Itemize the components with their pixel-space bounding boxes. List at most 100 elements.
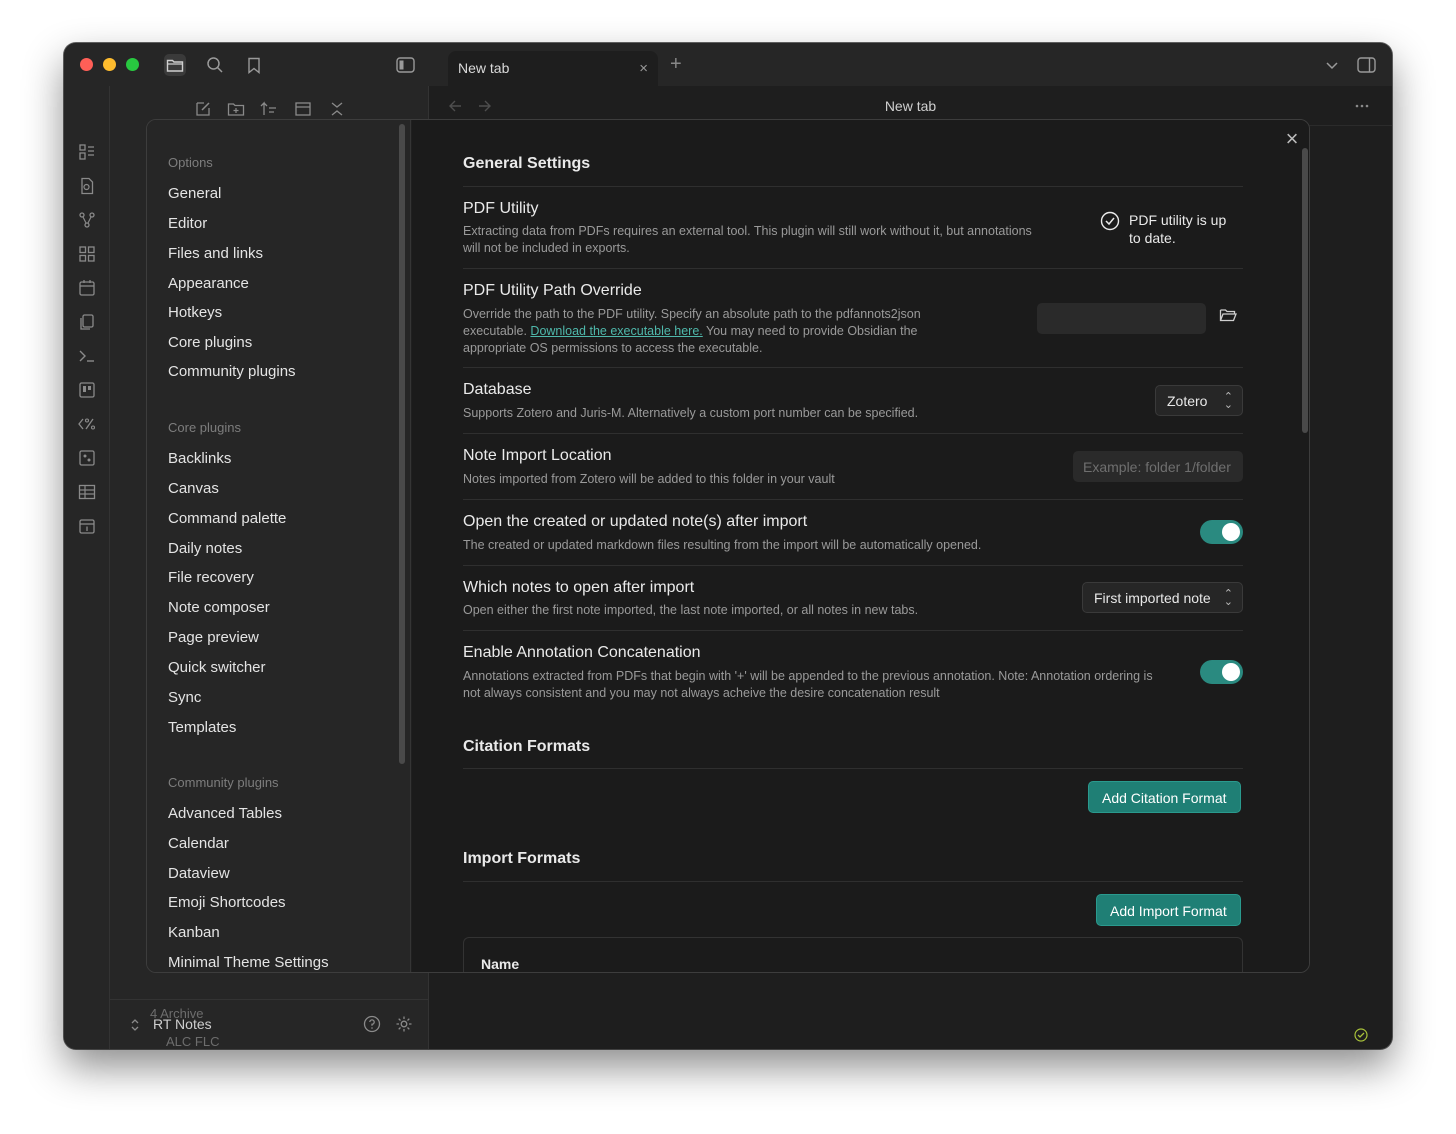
nav-item-templates[interactable]: Templates: [168, 719, 236, 736]
nav-item-backlinks[interactable]: Backlinks: [168, 450, 231, 467]
graph-icon[interactable]: [78, 211, 96, 229]
dashboard-icon[interactable]: [78, 143, 96, 161]
nav-item-kanban[interactable]: Kanban: [168, 924, 220, 941]
calendar-icon[interactable]: [78, 279, 96, 297]
settings-nav-scrollbar[interactable]: [399, 124, 405, 764]
settings-content-scrollbar[interactable]: [1302, 148, 1308, 433]
tab-title: New tab: [458, 60, 510, 76]
concatenation-toggle[interactable]: [1200, 660, 1243, 684]
collapse-all-icon[interactable]: [328, 100, 346, 118]
divider: [463, 881, 1243, 882]
which-notes-selected-value: First imported note: [1094, 590, 1211, 606]
search-icon[interactable]: [204, 54, 226, 76]
pdf-utility-desc: Extracting data from PDFs requires an ex…: [463, 224, 1032, 255]
nav-item-emoji-shortcodes[interactable]: Emoji Shortcodes: [168, 894, 286, 911]
close-window-button[interactable]: [80, 58, 93, 71]
which-notes-select[interactable]: First imported note ⌃ ⌄: [1082, 582, 1243, 613]
database-selected-value: Zotero: [1167, 393, 1208, 409]
add-citation-format-button[interactable]: Add Citation Format: [1088, 781, 1241, 813]
search-file-icon[interactable]: [78, 177, 96, 195]
folder-icon[interactable]: [164, 54, 186, 76]
open-after-import-name: Open the created or updated note(s) afte…: [463, 513, 808, 530]
note-location-desc: Notes imported from Zotero will be added…: [463, 472, 835, 486]
nav-item-file-recovery[interactable]: File recovery: [168, 569, 254, 586]
add-import-format-button[interactable]: Add Import Format: [1096, 894, 1241, 926]
nav-item-general[interactable]: General: [168, 185, 221, 202]
pdf-utility-status-line1: PDF utility is up: [1129, 212, 1227, 228]
pdf-utility-name: PDF Utility: [463, 200, 539, 217]
divider: [463, 367, 1243, 368]
general-settings-heading: General Settings: [463, 155, 591, 172]
concatenation-desc: Annotations extracted from PDFs that beg…: [463, 669, 1153, 700]
nav-item-calendar[interactable]: Calendar: [168, 835, 229, 852]
close-icon[interactable]: ×: [639, 60, 648, 77]
percent-code-icon[interactable]: [78, 415, 96, 433]
new-note-icon[interactable]: [194, 100, 212, 118]
grid-icon[interactable]: [78, 245, 96, 263]
pdf-utility-status: PDF utility is up to date.: [1100, 211, 1245, 247]
zoom-window-button[interactable]: [126, 58, 139, 71]
new-folder-icon[interactable]: [227, 100, 245, 118]
kanban-icon[interactable]: [78, 381, 96, 399]
which-notes-name: Which notes to open after import: [463, 579, 695, 596]
nav-item-core-plugins[interactable]: Core plugins: [168, 334, 252, 351]
left-ribbon: [64, 86, 110, 1049]
nav-item-note-composer[interactable]: Note composer: [168, 599, 270, 616]
daily-calendar-icon[interactable]: [78, 517, 96, 535]
minimize-window-button[interactable]: [103, 58, 116, 71]
toggle-knob: [1222, 663, 1240, 681]
terminal-icon[interactable]: [78, 347, 96, 365]
which-notes-desc: Open either the first note imported, the…: [463, 603, 919, 617]
citation-formats-heading: Citation Formats: [463, 738, 591, 755]
table-icon[interactable]: [78, 483, 96, 501]
settings-nav: Options General Editor Files and links A…: [147, 120, 411, 972]
download-executable-link[interactable]: Download the executable here.: [530, 324, 702, 338]
nav-item-appearance[interactable]: Appearance: [168, 275, 249, 292]
nav-item-quick-switcher[interactable]: Quick switcher: [168, 659, 266, 676]
divider: [463, 268, 1243, 269]
note-location-input[interactable]: [1073, 451, 1243, 482]
vault-name[interactable]: RT Notes: [153, 1016, 212, 1032]
folder-open-icon[interactable]: [1219, 307, 1237, 323]
sort-icon[interactable]: [260, 100, 278, 118]
nav-item-canvas[interactable]: Canvas: [168, 480, 219, 497]
nav-item-editor[interactable]: Editor: [168, 215, 207, 232]
title-bar: New tab × +: [64, 43, 1392, 86]
open-after-import-toggle[interactable]: [1200, 520, 1243, 544]
database-name: Database: [463, 381, 532, 398]
help-icon[interactable]: [363, 1015, 381, 1033]
nav-item-community-plugins[interactable]: Community plugins: [168, 363, 296, 380]
toggle-knob: [1222, 523, 1240, 541]
right-sidebar-toggle-icon[interactable]: [1355, 54, 1377, 76]
copy-icon[interactable]: [78, 313, 96, 331]
nav-item-dataview[interactable]: Dataview: [168, 865, 230, 882]
more-options-icon[interactable]: [1354, 103, 1370, 109]
nav-item-command-palette[interactable]: Command palette: [168, 510, 286, 527]
vault-switcher-bar: RT Notes: [110, 999, 429, 1049]
vault-switch-chevron-icon[interactable]: [130, 1018, 140, 1032]
auto-reveal-icon[interactable]: [294, 100, 312, 118]
database-select[interactable]: Zotero ⌃ ⌄: [1155, 385, 1243, 416]
nav-item-hotkeys[interactable]: Hotkeys: [168, 304, 222, 321]
nav-item-sync[interactable]: Sync: [168, 689, 201, 706]
gear-icon[interactable]: [395, 1015, 413, 1033]
nav-item-advanced-tables[interactable]: Advanced Tables: [168, 805, 282, 822]
nav-item-minimal-theme-settings[interactable]: Minimal Theme Settings: [168, 954, 329, 971]
pdf-path-input[interactable]: [1037, 303, 1206, 334]
tab-new-tab[interactable]: New tab ×: [448, 51, 658, 86]
divider: [463, 433, 1243, 434]
new-tab-plus-icon[interactable]: +: [670, 53, 682, 76]
bookmark-icon[interactable]: [243, 54, 265, 76]
checkmark-circle-icon: [1100, 211, 1120, 231]
sidebar-toggle-icon[interactable]: [394, 54, 416, 76]
sync-status-icon[interactable]: [1354, 1028, 1368, 1042]
nav-item-files-and-links[interactable]: Files and links: [168, 245, 263, 262]
nav-item-page-preview[interactable]: Page preview: [168, 629, 259, 646]
divider: [463, 186, 1243, 187]
nav-group-options: Options: [168, 155, 213, 170]
nav-item-daily-notes[interactable]: Daily notes: [168, 540, 242, 557]
chevron-down-icon[interactable]: [1321, 54, 1343, 76]
image-icon[interactable]: [78, 449, 96, 467]
pdf-path-name: PDF Utility Path Override: [463, 282, 642, 299]
close-icon[interactable]: ×: [1281, 128, 1303, 150]
